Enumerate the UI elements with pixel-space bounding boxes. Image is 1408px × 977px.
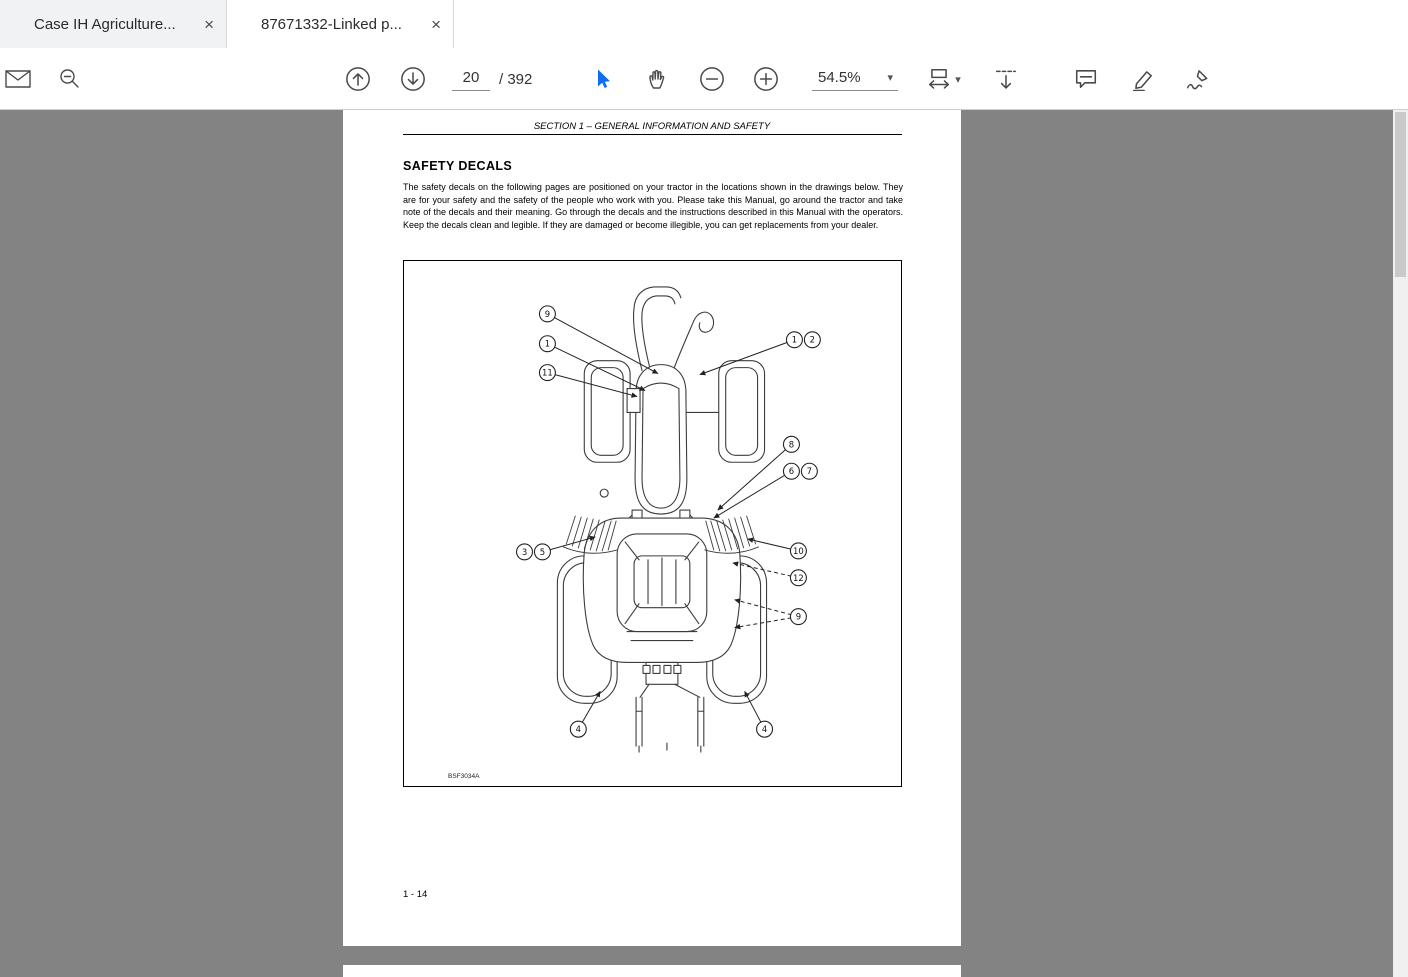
arrow-up-circle-icon — [346, 67, 370, 91]
svg-text:5: 5 — [540, 547, 545, 557]
figure-callout-9: 9 — [789, 608, 807, 626]
callout-leader-line — [713, 470, 792, 519]
figure-callout-4: 4 — [569, 720, 587, 738]
svg-text:1: 1 — [545, 339, 550, 349]
section-rule — [403, 134, 902, 135]
scrollbar-thumb[interactable] — [1395, 112, 1406, 277]
svg-text:4: 4 — [762, 724, 767, 734]
page-number-footer: 1 - 14 — [403, 889, 428, 900]
svg-text:2: 2 — [810, 335, 815, 345]
tractor-drawing — [556, 286, 768, 753]
figure-callout-1: 1 — [538, 335, 556, 353]
figure-callout-7: 7 — [800, 462, 818, 480]
next-pdf-page-edge — [343, 965, 961, 977]
figure-callout-8: 8 — [782, 435, 800, 453]
callout-leader-line — [699, 339, 795, 376]
highlight-button[interactable] — [1125, 48, 1161, 110]
chevron-down-icon: ▾ — [887, 72, 893, 84]
pdf-toolbar: 20 / 392 54.5% ▾ ▾ — [0, 48, 1408, 110]
fit-page-button[interactable]: ▾ — [918, 48, 970, 110]
pdf-viewport[interactable]: SECTION 1 – GENERAL INFORMATION AND SAFE… — [0, 110, 1408, 977]
callout-leader-line — [717, 443, 792, 511]
figure-callout-10: 10 — [789, 542, 807, 560]
vertical-scrollbar[interactable] — [1393, 110, 1408, 977]
body-text: The safety decals on the following pages… — [403, 182, 903, 231]
zoom-level-value: 54.5% — [818, 69, 861, 86]
callout-leader-line — [547, 313, 659, 375]
find-button[interactable] — [52, 48, 88, 110]
svg-text:7: 7 — [807, 466, 812, 476]
svg-text:3: 3 — [522, 547, 527, 557]
callout-leader-line — [547, 343, 646, 391]
pdf-page: SECTION 1 – GENERAL INFORMATION AND SAFE… — [343, 110, 961, 946]
svg-text:8: 8 — [789, 439, 794, 449]
page-number-input[interactable]: 20 — [452, 69, 490, 91]
svg-text:9: 9 — [545, 309, 550, 319]
select-tool-button[interactable] — [585, 48, 621, 110]
figure-callout-5: 5 — [533, 543, 551, 561]
svg-text:11: 11 — [542, 368, 553, 378]
arrow-down-circle-icon — [401, 67, 425, 91]
figure-callout-12: 12 — [789, 569, 807, 587]
svg-text:10: 10 — [793, 546, 804, 556]
tab-label: 87671332-Linked p... — [261, 15, 402, 33]
figure-callout-2: 2 — [803, 331, 821, 349]
comments-button[interactable] — [1068, 48, 1104, 110]
zoom-out-button[interactable] — [694, 48, 730, 110]
zoom-level-select[interactable]: 54.5% ▾ — [812, 69, 898, 91]
tab-bar: Case IH Agriculture... × 87671332-Linked… — [0, 0, 1408, 48]
figure-callout-3: 3 — [515, 543, 534, 561]
zoom-in-button[interactable] — [748, 48, 784, 110]
scroll-down-icon — [995, 70, 1017, 89]
svg-text:9: 9 — [796, 612, 801, 622]
figure-callout-11: 11 — [538, 364, 556, 382]
ink-signature-button[interactable] — [1180, 48, 1216, 110]
hand-icon — [649, 69, 665, 89]
chevron-down-icon: ▾ — [955, 73, 961, 86]
email-button[interactable] — [0, 48, 36, 110]
plus-circle-icon — [754, 67, 778, 91]
svg-text:12: 12 — [793, 573, 804, 583]
previous-page-button[interactable] — [340, 48, 376, 110]
figure-reference-code: BSF3034A — [448, 773, 480, 780]
fit-width-icon — [929, 68, 950, 89]
svg-text:4: 4 — [576, 724, 581, 734]
svg-text:1: 1 — [792, 335, 797, 345]
close-icon[interactable]: × — [431, 16, 441, 33]
continuous-scroll-button[interactable] — [988, 48, 1024, 110]
next-page-button[interactable] — [395, 48, 431, 110]
browser-tab-1[interactable]: Case IH Agriculture... × — [0, 0, 227, 48]
email-icon — [5, 70, 31, 88]
tractor-figure-svg: 91111 286 73 5 101294 4 — [515, 286, 821, 753]
close-icon[interactable]: × — [204, 16, 214, 33]
figure-callout-9: 9 — [538, 305, 556, 323]
page-title: SAFETY DECALS — [403, 159, 513, 173]
comment-icon — [1075, 70, 1097, 88]
browser-tab-2[interactable]: 87671332-Linked p... × — [227, 0, 454, 48]
signature-icon — [1186, 70, 1208, 90]
figure-callout-1: 1 — [785, 331, 803, 349]
magnifier-icon — [60, 69, 79, 88]
highlighter-icon — [1132, 71, 1152, 91]
figure-callout-4: 4 — [756, 720, 774, 738]
page-count-label: / 392 — [499, 71, 533, 88]
pan-tool-button[interactable] — [639, 48, 675, 110]
svg-text:6: 6 — [789, 466, 794, 476]
figure-callout-6: 6 — [782, 462, 800, 480]
minus-circle-icon — [700, 67, 724, 91]
cursor-icon — [598, 69, 610, 88]
section-header: SECTION 1 – GENERAL INFORMATION AND SAFE… — [533, 121, 771, 132]
tab-label: Case IH Agriculture... — [34, 15, 176, 33]
safety-decals-figure: 9 1 11 1 2 8 6 7 3 5 10 12 9 4 4 BSF3034A — [403, 260, 902, 787]
